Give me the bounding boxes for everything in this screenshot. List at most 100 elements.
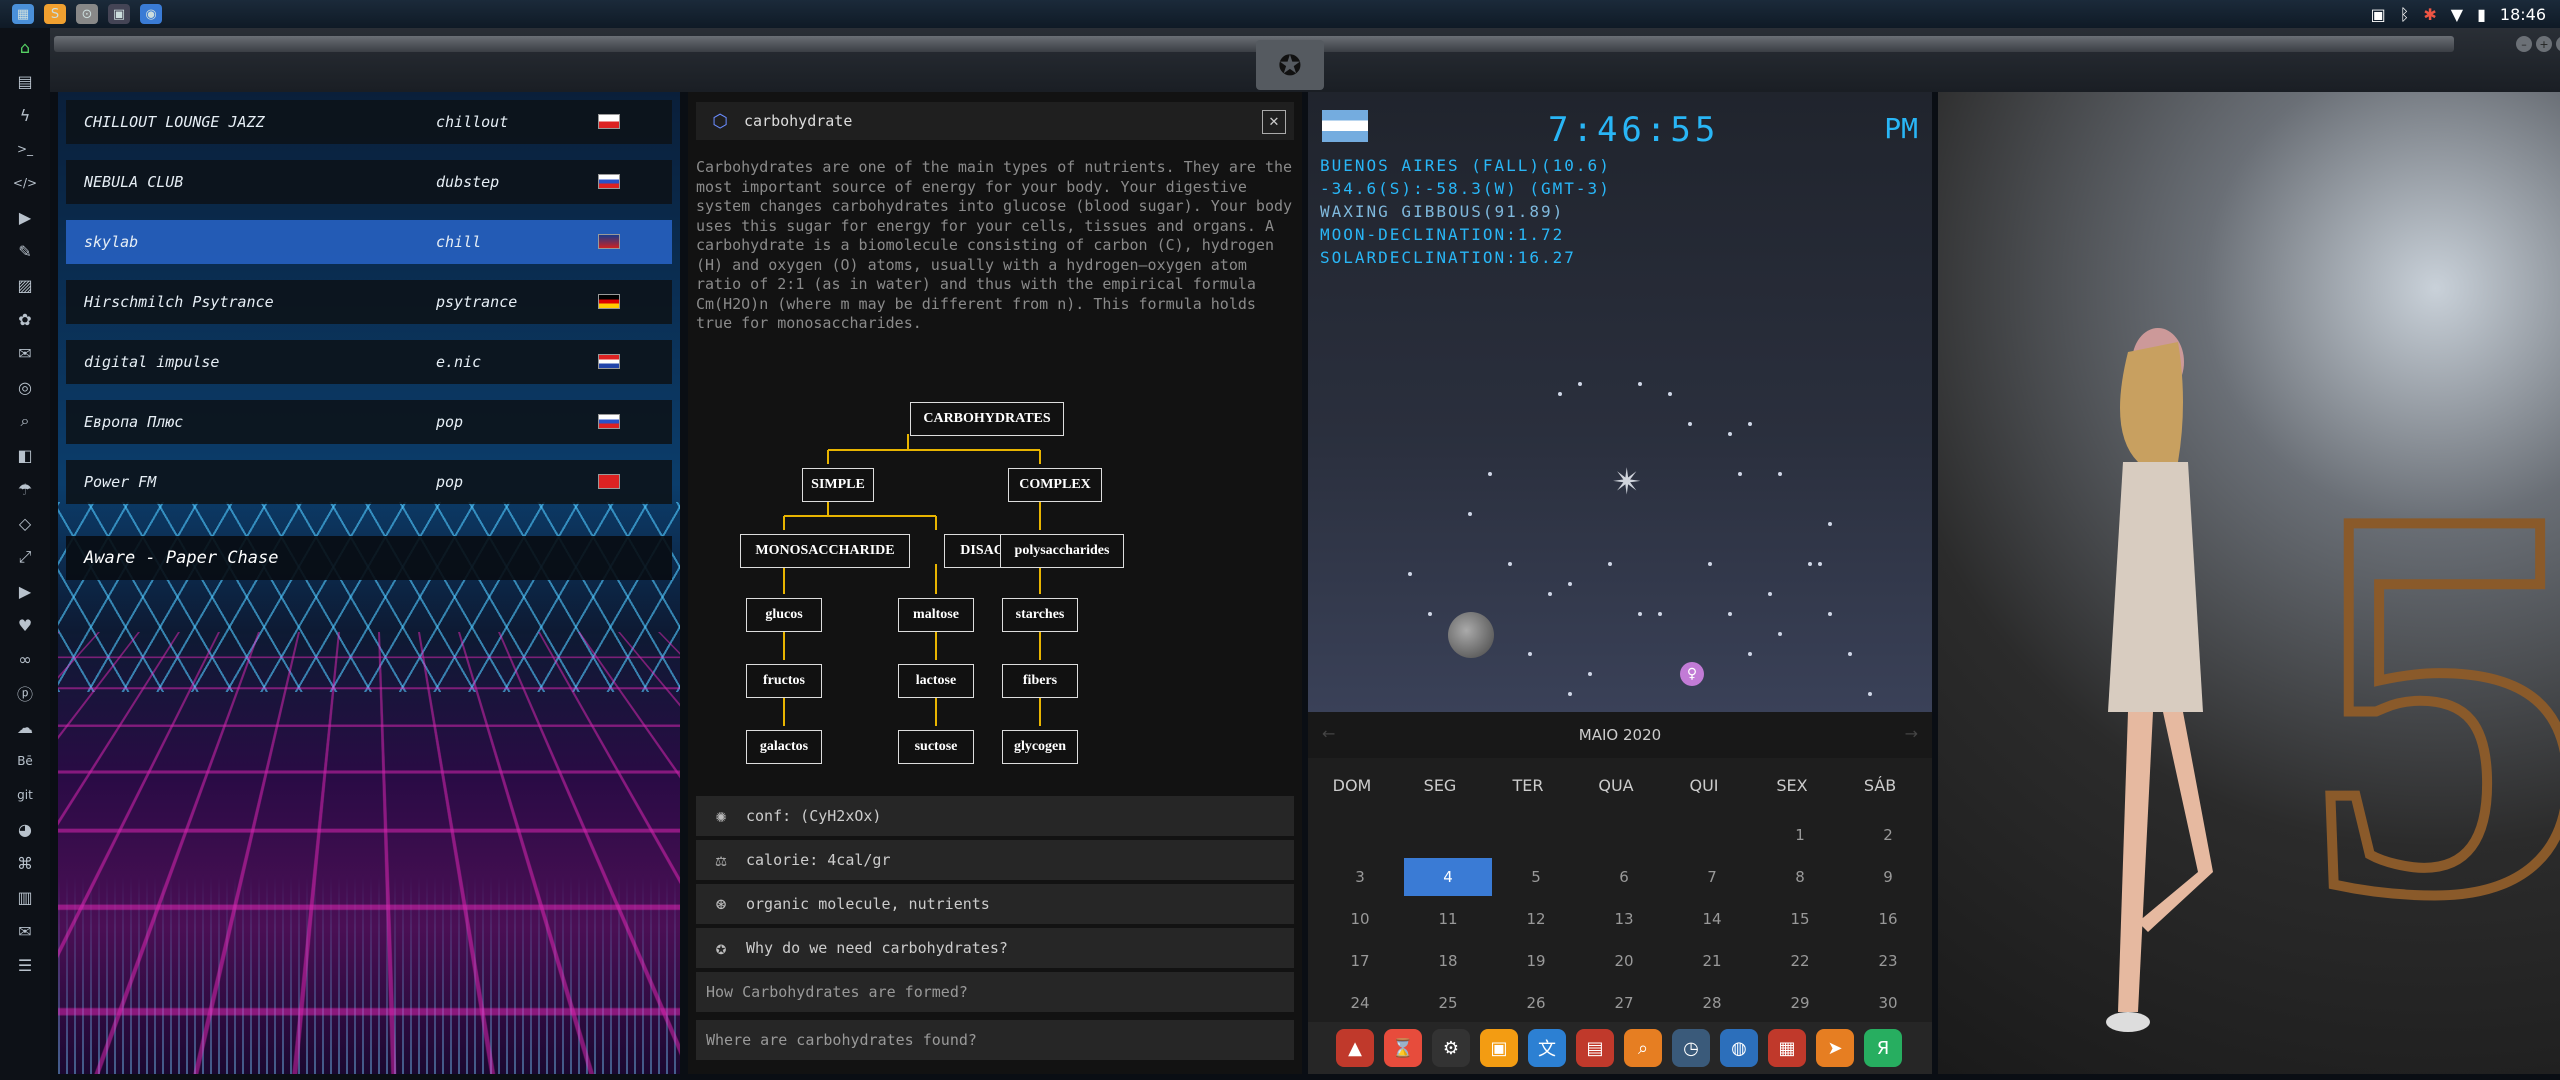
title-track[interactable] xyxy=(54,36,2454,52)
prev-month-icon[interactable]: ← xyxy=(1322,724,1335,743)
node-fibers[interactable]: fibers xyxy=(1002,664,1078,698)
calendar-day[interactable]: 17 xyxy=(1316,942,1404,980)
station-row[interactable]: CHILLOUT LOUNGE JAZZ chillout xyxy=(66,100,672,144)
maximize-icon[interactable]: + xyxy=(2536,36,2552,52)
sl-icon[interactable]: ⊙ xyxy=(76,4,98,24)
sidebar-home-icon[interactable]: ⌂ xyxy=(12,34,38,60)
station-row[interactable]: skylab chill xyxy=(66,220,672,264)
node-polysaccharides[interactable]: polysaccharides xyxy=(1000,534,1124,568)
station-row[interactable]: Hirschmilch Psytrance psytrance xyxy=(66,280,672,324)
node-glycogen[interactable]: glycogen xyxy=(1002,730,1078,764)
sidebar-code-icon[interactable]: </> xyxy=(12,170,38,196)
sidebar-tag-icon[interactable]: ◇ xyxy=(12,510,38,536)
info-row[interactable]: ✪ Why do we need carbohydrates? xyxy=(696,928,1294,968)
calendar-day[interactable]: 19 xyxy=(1492,942,1580,980)
calendar-day[interactable]: 26 xyxy=(1492,984,1580,1022)
calendar-day[interactable]: 18 xyxy=(1404,942,1492,980)
calendar-day[interactable]: 16 xyxy=(1844,900,1932,938)
sidebar-power-icon[interactable]: ϟ xyxy=(12,102,38,128)
reader-icon[interactable]: ▤ xyxy=(1576,1029,1614,1067)
app-red-icon[interactable]: ▲ xyxy=(1336,1029,1374,1067)
sidebar-umbrella-icon[interactable]: ☂ xyxy=(12,476,38,502)
node-suctose[interactable]: suctose xyxy=(898,730,974,764)
calendar-icon[interactable]: ▦ xyxy=(1768,1029,1806,1067)
calendar-day[interactable]: 28 xyxy=(1668,984,1756,1022)
sidebar-image-icon[interactable]: ▨ xyxy=(12,272,38,298)
image-icon[interactable]: ▣ xyxy=(2371,5,2386,24)
calendar-day[interactable]: 3 xyxy=(1316,858,1404,896)
calendar-day[interactable]: 22 xyxy=(1756,942,1844,980)
sidebar-heart-icon[interactable]: ♥ xyxy=(12,612,38,638)
minimize-icon[interactable]: – xyxy=(2516,36,2532,52)
sidebar-link-icon[interactable]: ∞ xyxy=(12,646,38,672)
sidebar-pinterest-icon[interactable]: ⓟ xyxy=(12,680,38,706)
files-icon[interactable]: ▦ xyxy=(12,4,34,24)
calendar-day[interactable]: 20 xyxy=(1580,942,1668,980)
calendar-day[interactable]: 29 xyxy=(1756,984,1844,1022)
sidebar-expand-icon[interactable]: ⤢ xyxy=(12,544,38,570)
sidebar-user-icon[interactable]: ◧ xyxy=(12,442,38,468)
translate-icon[interactable]: 文 xyxy=(1528,1029,1566,1067)
sidebar-network-icon[interactable]: ⌘ xyxy=(12,850,38,876)
photos-icon[interactable]: ▣ xyxy=(1480,1029,1518,1067)
node-galactos[interactable]: galactos xyxy=(746,730,822,764)
calendar-day[interactable]: 25 xyxy=(1404,984,1492,1022)
search-icon[interactable]: ⌕ xyxy=(1624,1029,1662,1067)
calendar-day[interactable]: 21 xyxy=(1668,942,1756,980)
sidebar-gear-icon[interactable]: ✿ xyxy=(12,306,38,332)
next-month-icon[interactable]: → xyxy=(1905,724,1918,743)
info-row[interactable]: ⚖ calorie: 4cal/gr xyxy=(696,840,1294,880)
calendar-day[interactable]: 5 xyxy=(1492,858,1580,896)
calendar-day[interactable]: 15 xyxy=(1756,900,1844,938)
node-carbohydrates[interactable]: CARBOHYDRATES xyxy=(910,402,1064,436)
battery-icon[interactable]: ▮ xyxy=(2477,5,2486,24)
node-starches[interactable]: starches xyxy=(1002,598,1078,632)
bluetooth-icon[interactable]: ᛒ xyxy=(2400,5,2410,24)
calendar-day[interactable]: 4 xyxy=(1404,858,1492,896)
question-formed[interactable]: How Carbohydrates are formed? xyxy=(696,972,1294,1012)
node-maltose[interactable]: maltose xyxy=(898,598,974,632)
info-row[interactable]: ⊛ organic molecule, nutrients xyxy=(696,884,1294,924)
terminal-icon[interactable]: ▣ xyxy=(108,4,130,24)
calendar-day[interactable]: 8 xyxy=(1756,858,1844,896)
calendar-day[interactable]: 11 xyxy=(1404,900,1492,938)
browser-icon[interactable]: ◉ xyxy=(140,4,162,24)
sidebar-search-icon[interactable]: ⌕ xyxy=(12,408,38,434)
sidebar-note-icon[interactable]: ✎ xyxy=(12,238,38,264)
arrow-icon[interactable]: ➤ xyxy=(1816,1029,1854,1067)
sidebar-mail-icon[interactable]: ✉ xyxy=(12,340,38,366)
station-row[interactable]: Европа Плюс pop xyxy=(66,400,672,444)
info-row[interactable]: ✺ conf: (CyH2xOx) xyxy=(696,796,1294,836)
calendar-day[interactable]: 24 xyxy=(1316,984,1404,1022)
station-row[interactable]: digital impulse e.nic xyxy=(66,340,672,384)
calendar-day[interactable]: 2 xyxy=(1844,816,1932,854)
globe-icon[interactable]: ◍ xyxy=(1720,1029,1758,1067)
calendar-day[interactable]: 9 xyxy=(1844,858,1932,896)
calendar-day[interactable]: 1 xyxy=(1756,816,1844,854)
calendar-day[interactable]: 14 xyxy=(1668,900,1756,938)
calendar-day[interactable]: 13 xyxy=(1580,900,1668,938)
clock-icon[interactable]: ◷ xyxy=(1672,1029,1710,1067)
node-glucos[interactable]: glucos xyxy=(746,598,822,632)
node-lactose[interactable]: lactose xyxy=(898,664,974,698)
sidebar-globe-icon[interactable]: ◎ xyxy=(12,374,38,400)
close-icon[interactable]: × xyxy=(2556,36,2560,52)
node-fructos[interactable]: fructos xyxy=(746,664,822,698)
system-clock[interactable]: 18:46 xyxy=(2500,5,2546,24)
sidebar-doc-icon[interactable]: ▤ xyxy=(12,68,38,94)
node-monosaccharide[interactable]: MONOSACCHARIDE xyxy=(740,534,910,568)
steam-icon[interactable]: ⚙ xyxy=(1432,1029,1470,1067)
calendar-day[interactable]: 27 xyxy=(1580,984,1668,1022)
sidebar-server-icon[interactable]: ☰ xyxy=(12,952,38,978)
rebel-logo-icon[interactable]: ✪ xyxy=(1256,40,1324,90)
station-row[interactable]: Power FM pop xyxy=(66,460,672,504)
sidebar-play-icon[interactable]: ▶ xyxy=(12,204,38,230)
station-row[interactable]: NEBULA CLUB dubstep xyxy=(66,160,672,204)
sidebar-mail2-icon[interactable]: ✉ xyxy=(12,918,38,944)
gear-icon[interactable]: ✱ xyxy=(2423,5,2436,24)
sublime-icon[interactable]: S xyxy=(44,4,66,24)
wifi-icon[interactable]: ▼ xyxy=(2451,5,2463,24)
sidebar-map-icon[interactable]: ▥ xyxy=(12,884,38,910)
node-complex[interactable]: COMPLEX xyxy=(1008,468,1102,502)
calendar-day[interactable]: 7 xyxy=(1668,858,1756,896)
